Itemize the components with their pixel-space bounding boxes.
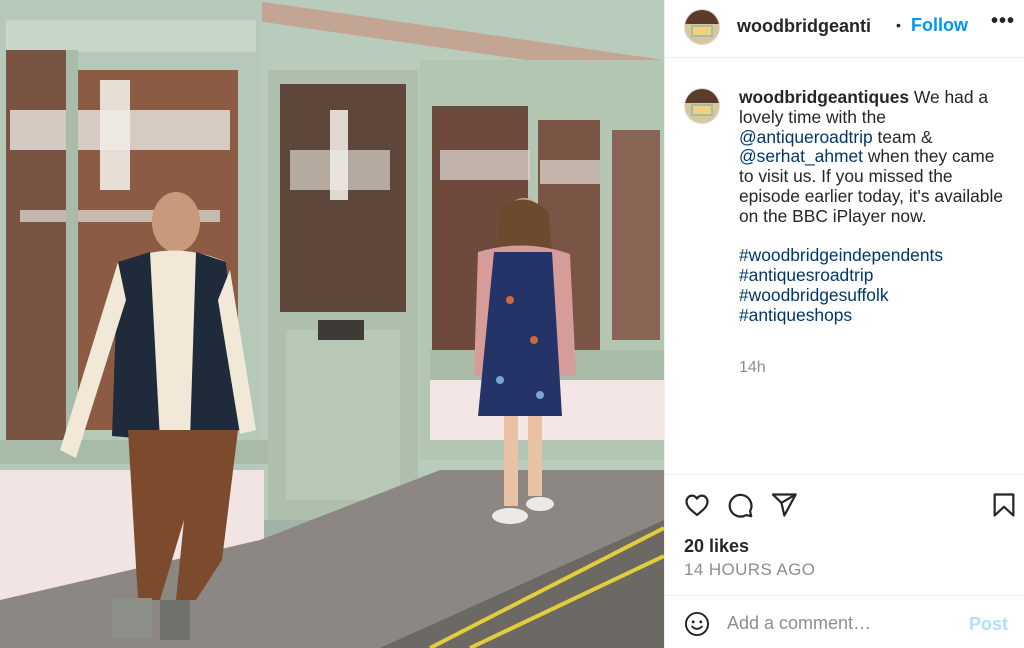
comment-input[interactable] — [727, 608, 957, 638]
hashtag-link[interactable]: #woodbridgesuffolk — [739, 285, 889, 305]
heart-icon[interactable] — [683, 491, 711, 519]
post-side-panel: woodbridgeanti • Follow ••• woodbridgean… — [664, 0, 1024, 648]
avatar[interactable] — [684, 9, 720, 45]
comment-bar: Post — [665, 595, 1024, 648]
follow-button[interactable]: Follow — [911, 15, 968, 36]
caption-avatar[interactable] — [684, 88, 720, 124]
hashtag-link[interactable]: #antiquesroadtrip — [739, 265, 873, 285]
post-timestamp[interactable]: 14 HOURS AGO — [684, 560, 815, 580]
hashtag-link[interactable]: #woodbridgeindependents — [739, 245, 943, 265]
more-options-icon[interactable]: ••• — [991, 10, 1015, 33]
comment-icon[interactable] — [726, 491, 754, 519]
caption-timestamp[interactable]: 14h — [739, 359, 766, 377]
caption-username[interactable]: woodbridgeantiques — [739, 87, 909, 107]
caption-text: woodbridgeantiques We had a lovely time … — [739, 87, 1009, 326]
caption-area: woodbridgeantiques We had a lovely time … — [665, 80, 1024, 474]
smiley-icon[interactable] — [684, 611, 710, 637]
mention-serhat-ahmet[interactable]: @serhat_ahmet — [739, 146, 863, 166]
paper-plane-icon[interactable] — [770, 491, 798, 519]
action-bar: 20 likes 14 HOURS AGO — [665, 474, 1024, 594]
likes-count[interactable]: 20 likes — [684, 536, 749, 557]
bookmark-icon[interactable] — [990, 491, 1018, 519]
post-photo-illustration — [0, 0, 664, 648]
post-header: woodbridgeanti • Follow ••• — [665, 0, 1024, 58]
hashtag-link[interactable]: #antiqueshops — [739, 305, 852, 325]
post-photo[interactable] — [0, 0, 664, 648]
mention-antiqueroadtrip[interactable]: @antiqueroadtrip — [739, 127, 873, 147]
post-comment-button[interactable]: Post — [969, 614, 1008, 635]
separator-dot: • — [896, 17, 901, 33]
caption-text-2: team & — [872, 126, 933, 147]
header-username[interactable]: woodbridgeanti — [737, 16, 895, 37]
